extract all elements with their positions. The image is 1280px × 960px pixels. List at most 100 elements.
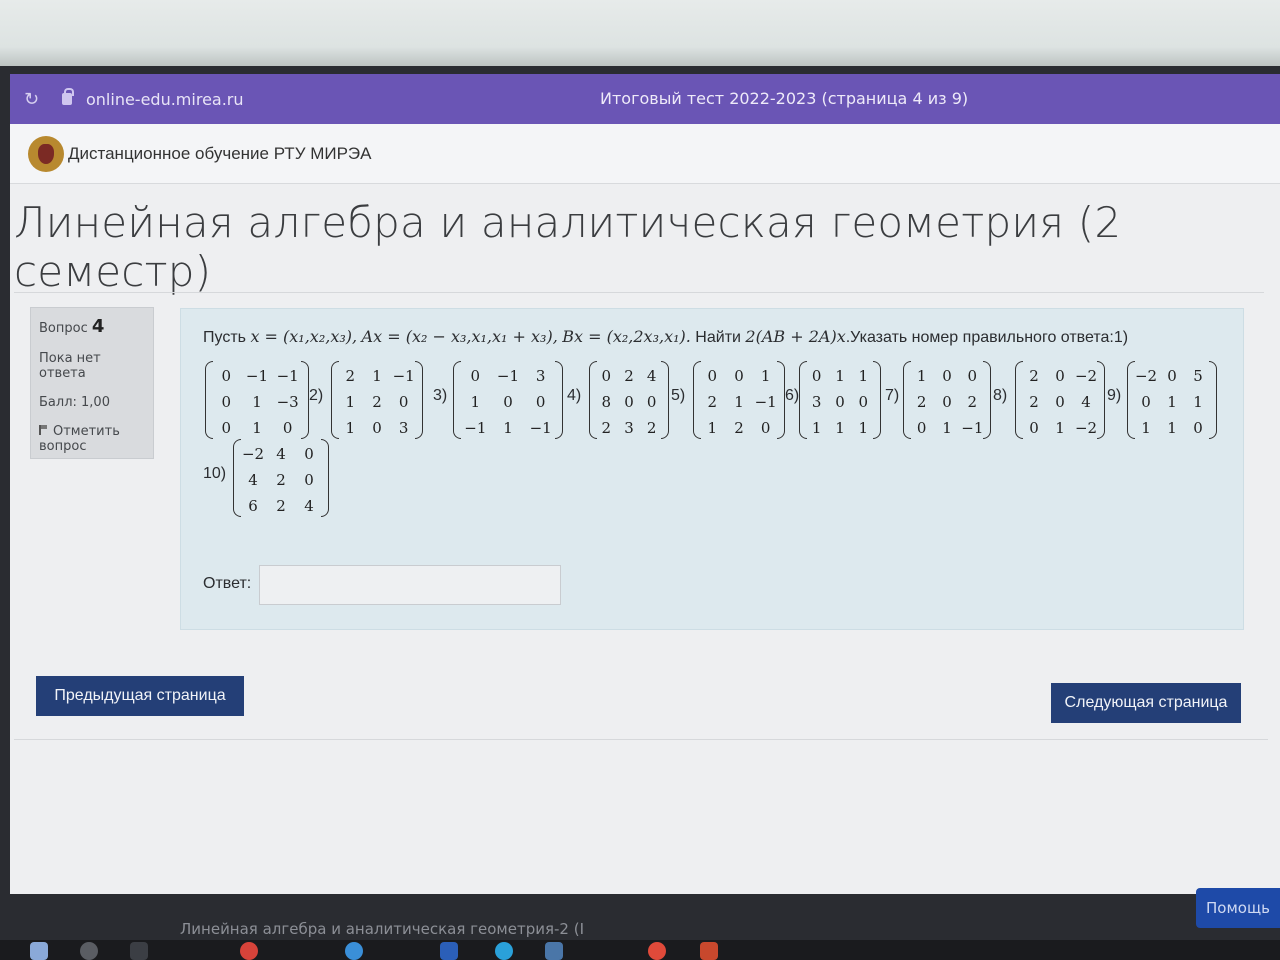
answer-label: Ответ: (203, 575, 252, 592)
option-label: 10) (203, 465, 227, 482)
option-label: 6) (785, 387, 800, 404)
matrix-cell: 1 (372, 367, 382, 385)
option-matrix-2: 2 1 −1 1 2 0 1 0 3 (331, 361, 423, 441)
matrix-cell: −1 (496, 367, 520, 385)
a-definition: Ax = (x₂ − x₃,x₁,x₁ + x₃), (361, 327, 558, 346)
matrix-cell: 1 (503, 419, 513, 437)
matrix-cell: 0 (221, 367, 232, 385)
matrix-cell: 0 (1029, 419, 1039, 437)
site-name-link[interactable]: Дистанционное обучение РТУ МИРЭА (68, 144, 372, 164)
search-icon[interactable] (80, 942, 98, 960)
matrix-cell: 0 (858, 393, 869, 411)
app-icon[interactable] (345, 942, 363, 960)
question-status: Пока нет ответа (39, 351, 101, 381)
matrix-cell: 3 (398, 419, 409, 437)
flag-icon (39, 425, 47, 435)
matrix-cell: 0 (811, 367, 822, 385)
task-view-icon[interactable] (130, 942, 148, 960)
question-label: Вопрос (39, 321, 88, 336)
matrix-cell: −2 (1134, 367, 1158, 385)
university-logo[interactable] (28, 135, 64, 172)
matrix-cell: 1 (707, 419, 718, 437)
matrix-cell: 5 (1193, 367, 1203, 385)
site-header: Дистанционное обучение РТУ МИРЭА (10, 124, 1280, 184)
question-info-panel: Вопрос 4 Пока нет ответа Балл: 1,00 Отме… (30, 307, 154, 459)
option-label: 5) (671, 387, 686, 404)
question-content: Пусть x = (x₁,x₂,x₃), Ax = (x₂ − x₃,x₁,x… (180, 308, 1244, 630)
matrix-cell: 0 (646, 393, 657, 411)
matrix-cell: 1 (1141, 419, 1151, 437)
next-page-button[interactable]: Следующая страница (1051, 683, 1241, 723)
matrix-cell: 0 (470, 367, 481, 385)
matrix-cell: 0 (503, 393, 513, 411)
matrix-cell: 1 (835, 419, 845, 437)
previous-page-button[interactable]: Предыдущая страница (36, 676, 244, 716)
matrix-cell: 0 (942, 367, 952, 385)
matrix-cell: −2 (1074, 367, 1098, 385)
matrix-cell: 0 (1055, 393, 1065, 411)
matrix-cell: 0 (967, 367, 978, 385)
matrix-cell: 0 (221, 419, 232, 437)
telegram-icon[interactable] (495, 942, 513, 960)
vk-icon[interactable] (545, 942, 563, 960)
windows-start-icon[interactable] (30, 942, 48, 960)
help-button[interactable]: Помощь (1196, 888, 1280, 928)
answer-input[interactable] (259, 565, 561, 605)
matrix-cell: 1 (345, 393, 356, 411)
option-matrix-8: 2 0 −2 2 0 4 0 1 −2 (1015, 361, 1105, 441)
matrix-cell: 1 (760, 367, 771, 385)
option-label: 7) (885, 387, 900, 404)
option-label: 9) (1107, 387, 1122, 404)
matrix-cell: 0 (601, 367, 612, 385)
powerpoint-icon[interactable] (700, 942, 718, 960)
matrix-cell: 1 (811, 419, 822, 437)
browser-screen: ↻ online-edu.mirea.ru Итоговый тест 2022… (10, 74, 1280, 894)
lock-icon (62, 88, 74, 105)
matrix-cell: 2 (707, 393, 718, 411)
matrix-cell: −1 (245, 367, 269, 385)
matrix-cell: 3 (811, 393, 822, 411)
matrix-cell: −2 (241, 445, 265, 463)
matrix-cell: −1 (392, 367, 415, 385)
matrix-cell: −2 (1074, 419, 1098, 437)
matrix-cell: 2 (624, 367, 634, 385)
word-icon[interactable] (440, 942, 458, 960)
taskbar (0, 940, 1280, 960)
x-definition: x = (x₁,x₂,x₃), (250, 327, 358, 346)
matrix-cell: 1 (734, 393, 744, 411)
matrix-cell: 1 (1193, 393, 1203, 411)
matrix-cell: 8 (601, 393, 612, 411)
question-number: 4 (91, 316, 105, 337)
matrix-cell: 0 (1167, 367, 1177, 385)
matrix-cell: 1 (942, 419, 952, 437)
matrix-cell: 2 (372, 393, 382, 411)
course-title: Линейная алгебра и аналитическая геометр… (14, 198, 1122, 296)
matrix-cell: 1 (916, 367, 927, 385)
matrix-cell: 0 (916, 419, 927, 437)
matrix-cell: 0 (221, 393, 232, 411)
divider (14, 739, 1268, 740)
option-label: 1) (1113, 329, 1129, 346)
divider (14, 292, 1264, 293)
yandex-browser-icon[interactable] (240, 942, 258, 960)
flag-question-link[interactable]: Отметить вопрос (39, 424, 145, 454)
reload-icon[interactable]: ↻ (24, 89, 46, 110)
matrix-cell: 2 (916, 393, 927, 411)
option-matrix-6: 011300111 (799, 361, 881, 441)
option-label: 2) (309, 387, 324, 404)
matrix-cell: 0 (304, 445, 314, 463)
question-score: Балл: 1,00 (39, 395, 110, 410)
matrix-cell: 0 (942, 393, 952, 411)
target-expression: 2(AB + 2A)x (745, 327, 846, 346)
yandex-icon[interactable] (648, 942, 666, 960)
address-bar[interactable]: online-edu.mirea.ru (86, 90, 244, 109)
matrix-cell: 0 (707, 367, 718, 385)
b-definition: Bx = (x₂,2x₃,x₁). (562, 327, 691, 346)
matrix-cell: 6 (248, 497, 258, 515)
matrix-cell: 1 (1055, 419, 1065, 437)
matrix-cell: 0 (1055, 367, 1065, 385)
matrix-cell: 1 (252, 393, 262, 411)
option-label: 8) (993, 387, 1008, 404)
footer-course-link[interactable]: Линейная алгебра и аналитическая геометр… (180, 920, 584, 938)
matrix-cell: 4 (1081, 393, 1091, 411)
